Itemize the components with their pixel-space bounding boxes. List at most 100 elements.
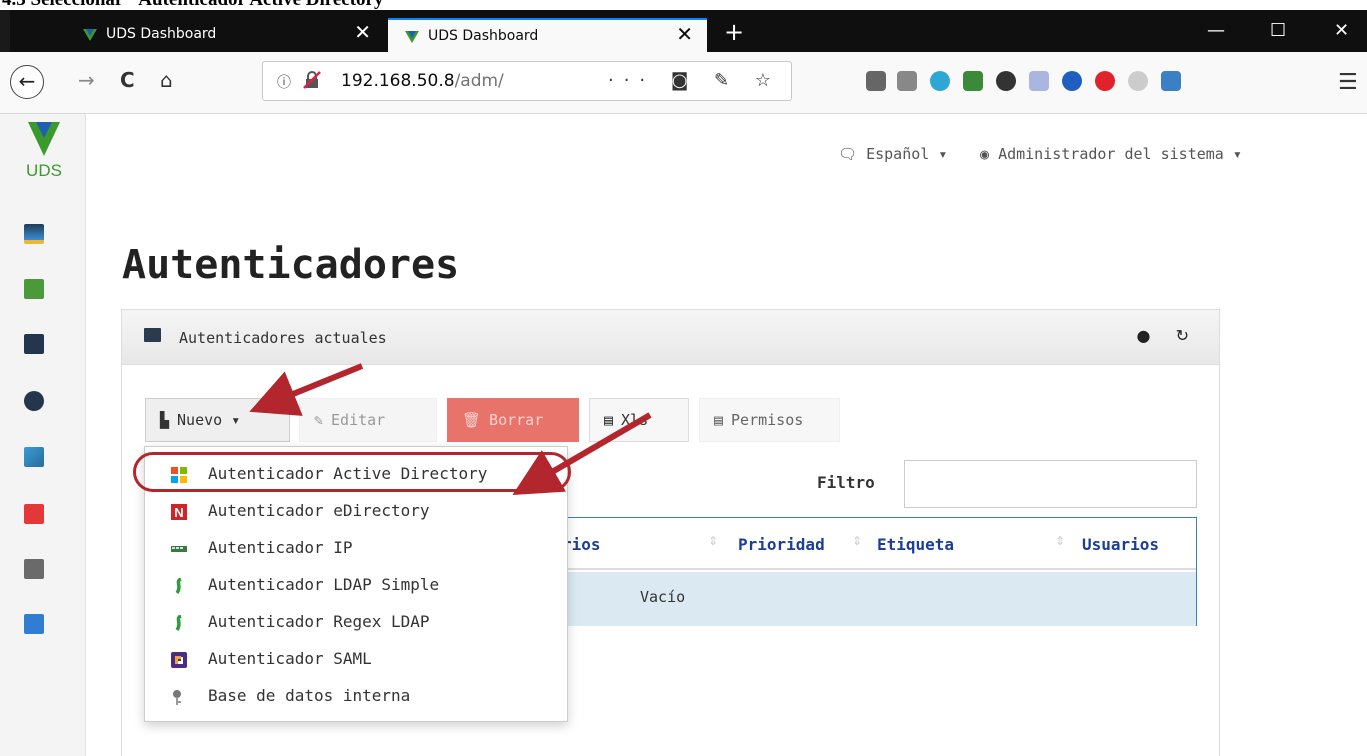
back-button[interactable]: ←: [10, 65, 44, 99]
services-icon[interactable]: [24, 279, 44, 299]
browser-tab-1[interactable]: UDS Dashboard ✕: [66, 18, 385, 52]
menu-item-label: Base de datos interna: [208, 686, 411, 705]
browser-tab-2[interactable]: UDS Dashboard ✕: [388, 18, 707, 52]
menu-item-internal-database[interactable]: Base de datos interna: [145, 678, 567, 714]
column-header-priority[interactable]: Prioridad: [738, 535, 825, 554]
library-icon[interactable]: [866, 71, 886, 91]
ldap-icon: [175, 578, 182, 594]
url-bar[interactable]: ⓘ 192.168.50.8/adm/ ··· ◙ ✎ ☆: [262, 61, 792, 101]
close-tab-icon[interactable]: ✕: [354, 22, 371, 42]
language-label: Español: [866, 145, 930, 163]
trash-icon: 🗑: [462, 411, 482, 429]
delete-button[interactable]: 🗑 Borrar: [447, 398, 579, 442]
user-menu[interactable]: ◉ Administrador del sistema ▾: [980, 145, 1242, 163]
extension-radio-icon[interactable]: [1161, 71, 1181, 91]
menu-item-label: Autenticador IP: [208, 538, 353, 557]
url-path: /adm/: [454, 71, 504, 91]
menu-item-saml[interactable]: Autenticador SAML: [145, 641, 567, 677]
tab-bar-edge: [0, 10, 10, 52]
url-text[interactable]: 192.168.50.8/adm/: [341, 71, 504, 91]
site-info-icon[interactable]: ⓘ: [277, 72, 291, 92]
sort-icon[interactable]: ⇕: [1055, 534, 1065, 548]
reload-button[interactable]: C: [120, 69, 135, 91]
windows-icon: [171, 467, 187, 483]
authenticators-icon[interactable]: [24, 334, 44, 354]
menu-item-ldap-simple[interactable]: Autenticador LDAP Simple: [145, 567, 567, 603]
new-tab-button[interactable]: +: [724, 20, 744, 44]
extension-gear-icon[interactable]: [930, 71, 950, 91]
edit-button[interactable]: ✎ Editar: [299, 398, 437, 442]
language-icon: 🗨: [838, 145, 867, 163]
saml-icon: [171, 652, 187, 668]
firefox-icon[interactable]: [1062, 71, 1082, 91]
menu-item-regex-ldap[interactable]: Autenticador Regex LDAP: [145, 604, 567, 640]
chevron-down-icon: ▾: [929, 145, 948, 163]
menu-item-ip[interactable]: Autenticador IP: [145, 530, 567, 566]
permissions-button[interactable]: ▤ Permisos: [699, 398, 840, 442]
filter-label: Filtro: [817, 473, 875, 492]
uds-favicon-icon: [405, 31, 419, 43]
home-button[interactable]: ⌂: [160, 69, 173, 91]
transports-icon[interactable]: [24, 559, 44, 579]
empty-table-text: Vacío: [640, 588, 686, 606]
url-host: 192.168.50.8: [341, 71, 455, 91]
save-icon: ▤: [604, 411, 614, 429]
sidebar-toggle-icon[interactable]: [897, 71, 917, 91]
database-icon: [173, 690, 181, 705]
menu-item-label: Autenticador Active Directory: [208, 464, 488, 483]
dashboard-gauge-icon: ◉: [980, 145, 999, 163]
logo-text: UDS: [26, 161, 62, 180]
extension-paint-icon[interactable]: [1029, 71, 1049, 91]
language-menu[interactable]: 🗨 Español ▾: [838, 145, 947, 163]
xls-button[interactable]: ▤ Xls: [589, 398, 689, 442]
opera-icon[interactable]: [1095, 71, 1115, 91]
sort-icon[interactable]: ⇕: [852, 534, 862, 548]
panel-controls[interactable]: ● ↻: [1137, 326, 1199, 345]
more-options-icon[interactable]: [24, 391, 44, 411]
tab-title: UDS Dashboard: [428, 28, 539, 44]
novell-icon: N: [171, 504, 187, 520]
chevron-down-icon: ▾: [1223, 145, 1242, 163]
close-tab-icon[interactable]: ✕: [676, 24, 693, 44]
extension-settings-icon[interactable]: [996, 71, 1016, 91]
menu-item-active-directory[interactable]: Autenticador Active Directory: [145, 456, 567, 492]
new-authenticator-dropdown: Autenticador Active Directory N Autentic…: [144, 446, 568, 722]
app-sidebar: UDS: [0, 114, 86, 756]
menu-item-label: Autenticador Regex LDAP: [208, 612, 430, 631]
images-icon[interactable]: [24, 447, 44, 467]
menu-item-label: Autenticador eDirectory: [208, 501, 430, 520]
delete-button-label: Borrar: [489, 411, 544, 429]
reports-icon[interactable]: [24, 504, 44, 524]
uds-logo[interactable]: UDS: [20, 120, 68, 180]
edit-button-label: Editar: [331, 411, 386, 429]
insecure-lock-icon[interactable]: [303, 71, 321, 89]
url-actions[interactable]: ··· ◙ ✎ ☆: [608, 70, 781, 91]
sort-icon[interactable]: ⇕: [708, 534, 718, 548]
menu-item-edirectory[interactable]: N Autenticador eDirectory: [145, 493, 567, 529]
browser-nav-bar: ← → C ⌂ ⓘ 192.168.50.8/adm/ ··· ◙ ✎ ☆ ☰: [0, 52, 1367, 114]
column-header-label[interactable]: Etiqueta: [877, 535, 954, 554]
regex-ldap-icon: [175, 615, 182, 631]
edit-icon: ✎: [314, 411, 324, 429]
caret-down-icon: ▾: [222, 411, 241, 429]
ip-icon: [171, 546, 187, 552]
extension-s3-icon[interactable]: [963, 71, 983, 91]
forward-button[interactable]: →: [78, 69, 95, 91]
xls-button-label: Xls: [621, 411, 649, 429]
new-button[interactable]: ▙ Nuevo ▾: [145, 398, 290, 442]
calendar-icon[interactable]: [24, 614, 44, 634]
menu-item-label: Autenticador LDAP Simple: [208, 575, 440, 594]
permissions-button-label: Permisos: [731, 411, 804, 429]
document-heading-text: 4.3 Seleccionar "Autenticador Active Dir…: [2, 0, 394, 10]
column-header-users[interactable]: Usuarios: [1082, 535, 1159, 554]
menu-icon[interactable]: ☰: [1338, 70, 1358, 95]
window-close-button[interactable]: ✕: [1334, 20, 1349, 41]
filter-input[interactable]: [904, 460, 1197, 508]
maximize-button[interactable]: ☐: [1270, 20, 1286, 41]
dashboard-icon[interactable]: [24, 224, 44, 244]
web-page: UDS 🗨 Español ▾ ◉ Administrador del sist…: [0, 114, 1367, 756]
save-icon: ▤: [714, 411, 724, 429]
minimize-button[interactable]: —: [1207, 20, 1225, 41]
page-title: Autenticadores: [122, 242, 460, 288]
chat-icon[interactable]: [1128, 71, 1148, 91]
